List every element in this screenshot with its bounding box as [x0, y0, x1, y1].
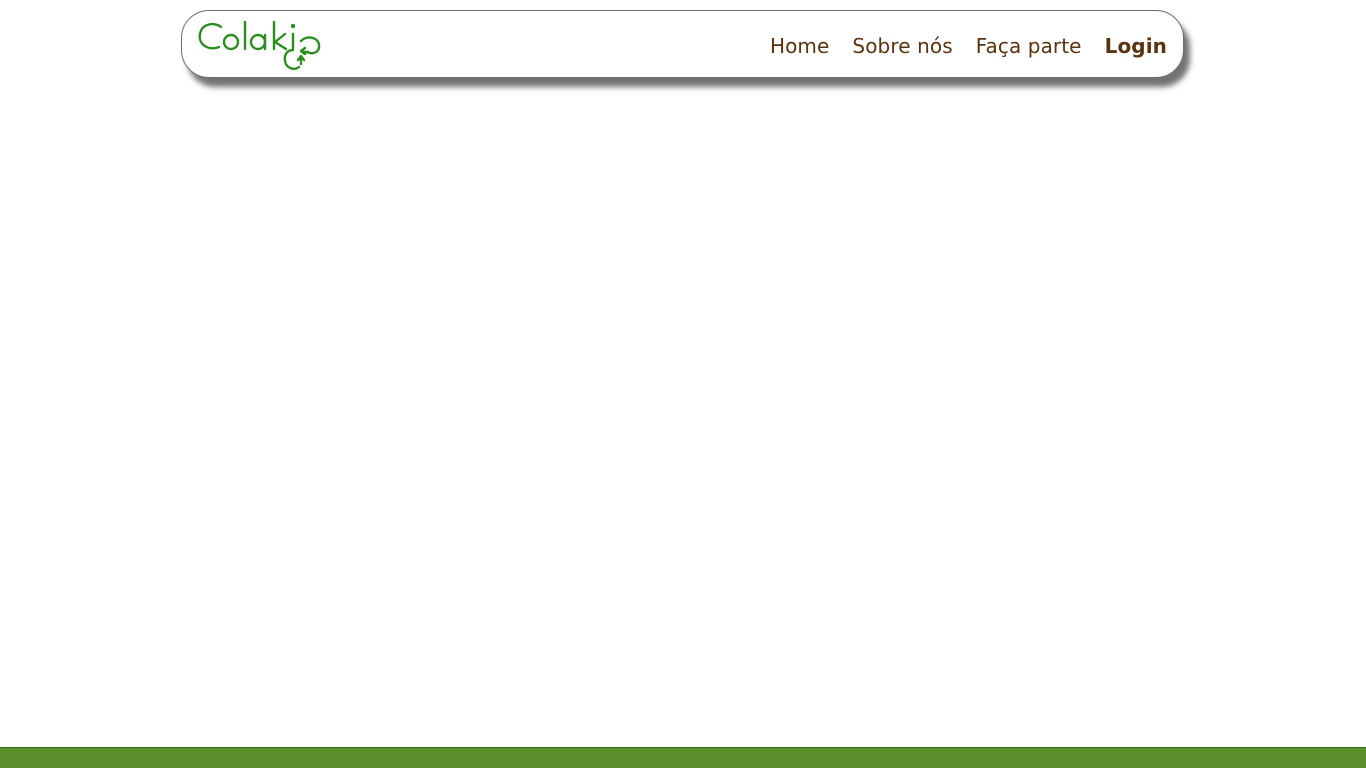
colaki-logo-image: [198, 20, 321, 70]
nav-login-link[interactable]: Login: [1105, 10, 1167, 80]
main-nav: Home Sobre nós Faça parte Login: [747, 11, 1167, 79]
nav-faca-parte-link[interactable]: Faça parte: [976, 10, 1082, 80]
footer-bar: [0, 747, 1366, 768]
colaki-logo[interactable]: [197, 17, 327, 75]
nav-home-link[interactable]: Home: [770, 10, 829, 80]
nav-sobre-nos-link[interactable]: Sobre nós: [852, 10, 952, 80]
top-navbar: Home Sobre nós Faça parte Login: [181, 10, 1184, 78]
page: Home Sobre nós Faça parte Login: [0, 0, 1366, 768]
